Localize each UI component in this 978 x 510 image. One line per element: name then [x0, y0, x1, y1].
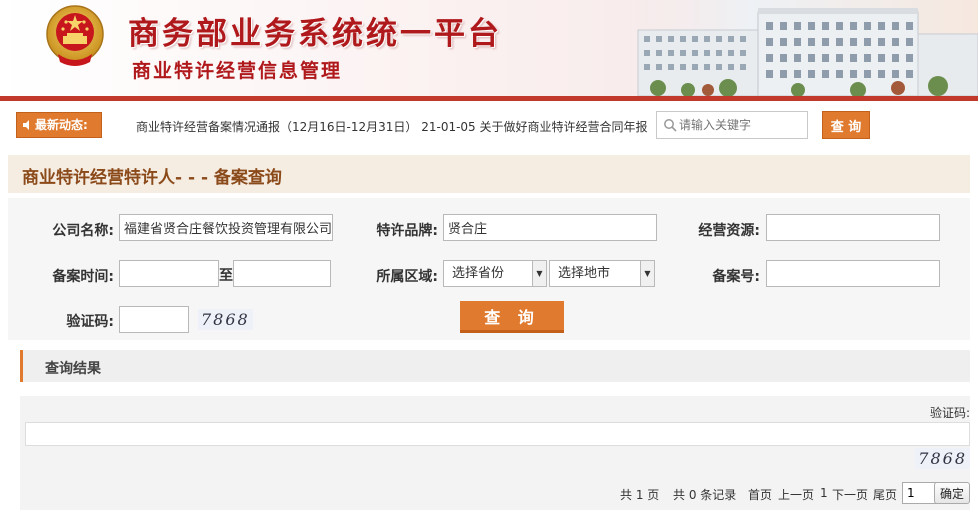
news-badge: 最新动态: [16, 112, 102, 138]
news-badge-label: 最新动态: [35, 118, 88, 132]
province-select[interactable]: 选择省份 ▼ [443, 260, 547, 287]
captcha-input[interactable] [119, 306, 189, 333]
total-pages: 共 1 页 [620, 488, 660, 502]
record-time-label: 备案时间: [52, 269, 114, 285]
page-heading-bar: 商业特许经营特许人- - - 备案查询 [8, 155, 970, 193]
city-selected: 选择地市 [558, 266, 611, 281]
chevron-down-icon: ▼ [532, 261, 546, 286]
ministry-building-image [598, 0, 978, 96]
date-to-input[interactable] [233, 260, 331, 287]
keyword-search-input[interactable] [656, 111, 808, 139]
header-divider [0, 96, 978, 101]
prev-page-link[interactable]: 上一页 [778, 486, 814, 503]
record-no-label: 备案号: [712, 269, 760, 285]
national-emblem-icon [46, 5, 104, 66]
results-title: 查询结果 [45, 361, 101, 377]
chevron-down-icon: ▼ [640, 261, 654, 286]
site-header: 商务部业务系统统一平台 商业特许经营信息管理 [0, 0, 978, 96]
search-icon [664, 119, 677, 132]
site-title: 商务部业务系统统一平台 [128, 16, 502, 52]
captcha-label: 验证码: [66, 314, 114, 330]
page-go-button[interactable]: 确定 [934, 482, 970, 504]
result-captcha-input[interactable] [25, 422, 970, 446]
query-form: 公司名称: 特许品牌: 经营资源: 备案时间: 至 所属区域: 选择省份 ▼ 选… [8, 198, 970, 340]
pagination: 共 1 页 共 0 条记录 首页 上一页 1 下一页 尾页 确定 [610, 482, 970, 504]
resource-input[interactable] [766, 214, 940, 241]
brand-label: 特许品牌: [376, 223, 438, 239]
captcha-image[interactable]: 7868 [198, 309, 253, 330]
current-page-number: 1 [820, 486, 828, 500]
city-select[interactable]: 选择地市 ▼ [549, 260, 655, 287]
site-subtitle: 商业特许经营信息管理 [132, 60, 343, 82]
query-button[interactable]: 查 询 [460, 301, 564, 333]
record-no-input[interactable] [766, 260, 940, 287]
news-bar: 最新动态: 商业特许经营备案情况通报（12月16日-12月31日） 21-01-… [8, 104, 970, 148]
speaker-icon [23, 120, 29, 130]
date-from-input[interactable] [119, 260, 219, 287]
region-label: 所属区域: [376, 269, 438, 285]
keyword-search-button[interactable]: 查 询 [822, 111, 870, 139]
first-page-link[interactable]: 首页 [748, 486, 772, 503]
results-panel: 查询结果 验证码: 7868 共 1 页 共 0 条记录 首页 上一页 1 下一… [20, 350, 970, 510]
result-captcha-label: 验证码: [929, 406, 970, 420]
to-label: 至 [219, 268, 233, 284]
province-selected: 选择省份 [452, 266, 505, 281]
resource-label: 经营资源: [698, 223, 760, 239]
brand-input[interactable] [443, 214, 657, 241]
news-ticker[interactable]: 商业特许经营备案情况通报（12月16日-12月31日） 21-01-05 关于做… [136, 118, 648, 135]
total-records: 共 0 条记录 [673, 488, 737, 502]
last-page-link[interactable]: 尾页 [873, 486, 897, 503]
company-name-label: 公司名称: [52, 223, 114, 239]
company-name-input[interactable] [119, 214, 333, 241]
page-title: 商业特许经营特许人- - - 备案查询 [22, 168, 282, 188]
results-body: 验证码: 7868 共 1 页 共 0 条记录 首页 上一页 1 下一页 尾页 … [20, 396, 970, 510]
results-heading-bar: 查询结果 [20, 350, 970, 382]
result-captcha-image[interactable]: 7868 [915, 448, 970, 469]
next-page-link[interactable]: 下一页 [832, 486, 868, 503]
